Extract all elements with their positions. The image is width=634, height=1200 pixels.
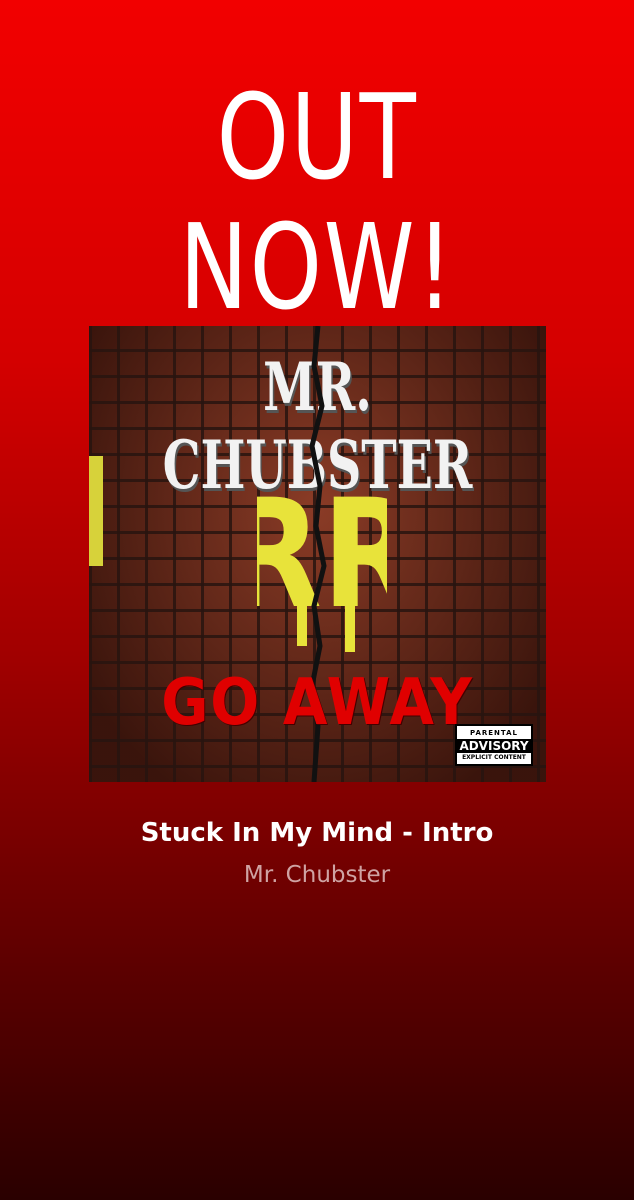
out-now-headline: OUT NOW! (179, 68, 455, 336)
advisory-line3: EXPLICIT CONTENT (462, 753, 526, 761)
album-cover[interactable]: MR. CHUBSTER RR GO AWAY PARENTAL ADVISOR… (89, 326, 546, 782)
advisory-line1: PARENTAL (469, 728, 519, 737)
advisory-line2: ADVISORY (456, 738, 532, 753)
track-artist[interactable]: Mr. Chubster (0, 862, 634, 888)
wall-paper-note (89, 456, 103, 566)
parental-advisory-badge: PARENTAL ADVISORY EXPLICIT CONTENT (455, 724, 533, 766)
track-title[interactable]: Stuck In My Mind - Intro (0, 818, 634, 848)
